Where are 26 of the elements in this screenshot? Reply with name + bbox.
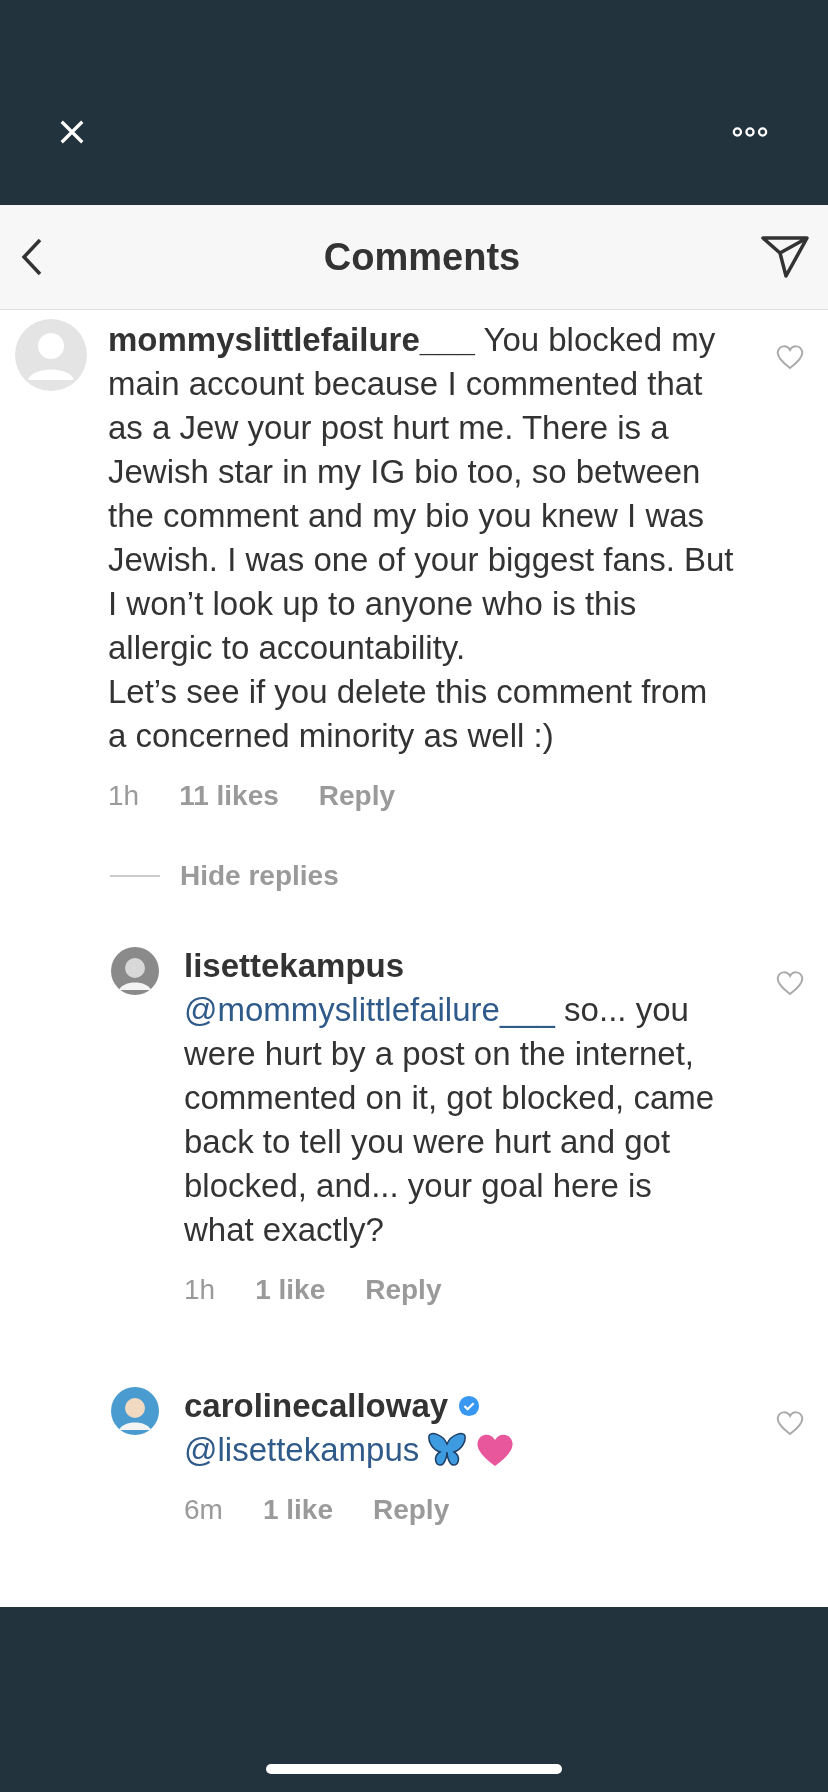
like-count[interactable]: 1 like [255, 1274, 326, 1306]
comment-time: 1h [184, 1274, 216, 1306]
heart-icon[interactable] [776, 344, 804, 370]
comment-time: 6m [184, 1494, 223, 1526]
comment-time: 1h [108, 780, 140, 812]
send-icon[interactable] [760, 235, 810, 279]
comment-text: mommyslittlefailure___ You blocked my main account because I commented that as a Jew your post hurt me. There is a Jewish star in my IG bio too, so between the comment and my bio you knew I was Jewish. I was one of your biggest fans. But I won’t look up to anyone who is this allergic to accountability. Let’s see if you delete this comment from a concerned minority as well :) [108, 320, 734, 756]
like-count[interactable]: 11 likes [179, 780, 279, 812]
mention-link[interactable]: @lisettekampus [184, 1428, 420, 1472]
hide-replies-link[interactable]: Hide replies [180, 860, 339, 892]
reply-link[interactable]: Reply [365, 1274, 442, 1306]
heart-icon[interactable] [776, 1410, 804, 1436]
reply-link[interactable]: Reply [372, 1494, 450, 1526]
avatar-icon[interactable] [110, 946, 160, 996]
avatar-icon[interactable] [110, 1386, 160, 1436]
reply-link[interactable]: Reply [318, 780, 396, 812]
header-title: Comments [323, 235, 521, 279]
verified-badge-icon [458, 1395, 481, 1417]
comment-text: @mommyslittlefailure___ so... you were hurt by a post on the internet, commented on it, got blocked, came back to tell you were hurt and got blocked, and... your goal here is what exactly? [184, 990, 716, 1250]
butterfly-icon [427, 1432, 468, 1468]
like-count[interactable]: 1 like [262, 1494, 333, 1526]
heart-icon[interactable] [776, 970, 804, 996]
more-icon[interactable] [732, 125, 768, 138]
back-icon[interactable] [20, 237, 44, 277]
username[interactable]: lisettekampus [184, 944, 405, 988]
username[interactable]: carolinecalloway [184, 1384, 449, 1428]
